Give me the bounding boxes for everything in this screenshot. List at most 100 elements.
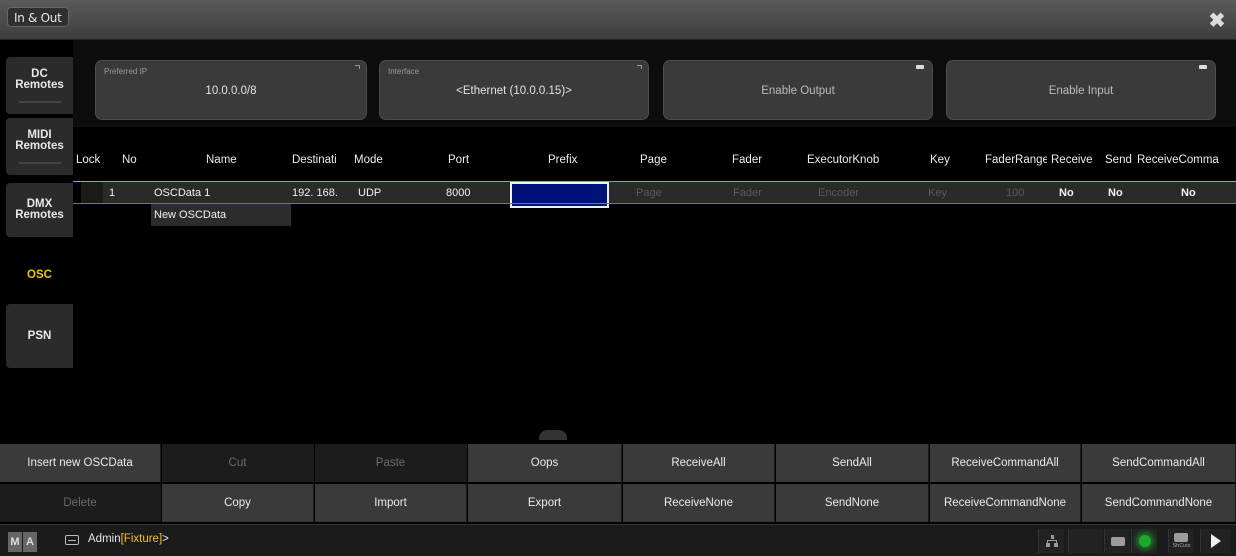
table-row[interactable]: 1 OSCData 1 192. 168. UDP 8000 Page Fade… <box>73 182 1236 208</box>
keyboard-glyph <box>1110 536 1125 546</box>
sidebar-item-midi-remotes[interactable]: MIDI Remotes <box>6 118 73 175</box>
export-button[interactable]: Export <box>468 484 622 522</box>
column-header-key[interactable]: Key <box>930 138 960 182</box>
ma-logo: M A <box>8 532 38 552</box>
sidebar-item-label: PSN <box>27 329 52 342</box>
shortcuts-label: ShCuts <box>1172 543 1191 549</box>
column-header-fader[interactable]: Fader <box>732 138 772 182</box>
column-header-destination[interactable]: Destinati <box>292 138 338 182</box>
column-header-name[interactable]: Name <box>206 138 246 182</box>
close-icon[interactable]: ✖ <box>1207 11 1227 31</box>
send-none-button[interactable]: SendNone <box>776 484 929 522</box>
cell-fader[interactable]: Fader <box>733 182 773 204</box>
paste-button[interactable]: Paste <box>315 444 467 482</box>
logo-letter: M <box>8 532 22 552</box>
enable-output-label: Enable Output <box>761 85 835 97</box>
cell-name[interactable]: OSCData 1 <box>154 182 286 204</box>
sidebar-item-osc[interactable]: OSC <box>6 245 73 305</box>
column-header-port[interactable]: Port <box>448 138 478 182</box>
shortcuts-glyph: ShCuts <box>1172 533 1191 549</box>
column-header-send[interactable]: Send <box>1105 138 1133 182</box>
logo-letter: A <box>23 532 37 552</box>
globe-icon[interactable] <box>1131 529 1157 553</box>
cell-executorknob[interactable]: Encoder <box>818 182 878 204</box>
interface-value: <Ethernet (10.0.0.15)> <box>456 85 572 97</box>
interface-button[interactable]: Interface <Ethernet (10.0.0.15)> <box>379 60 649 120</box>
cell-receive[interactable]: No <box>1059 182 1089 204</box>
enable-input-label: Enable Input <box>1048 85 1114 97</box>
sidebar-item-dc-remotes[interactable]: DC Remotes <box>6 57 73 114</box>
keyboard-icon[interactable] <box>65 535 79 545</box>
send-all-button[interactable]: SendAll <box>776 444 929 482</box>
interface-caption: Interface <box>388 67 420 76</box>
divider <box>18 161 61 164</box>
cell-destination[interactable]: 192. 168. <box>292 182 338 204</box>
delete-button[interactable]: Delete <box>0 484 161 522</box>
splitter-handle[interactable] <box>539 430 567 440</box>
cell-send[interactable]: No <box>1108 182 1138 204</box>
play-glyph <box>1210 534 1221 548</box>
oops-button[interactable]: Oops <box>468 444 622 482</box>
sidebar-item-label: MIDI Remotes <box>15 128 64 152</box>
preferred-ip-button[interactable]: Preferred IP 10.0.0.0/8 <box>95 60 367 120</box>
column-header-lock[interactable]: Lock <box>76 138 104 182</box>
column-header-receivecommand[interactable]: ReceiveComma <box>1137 138 1236 182</box>
row-lock-background <box>81 182 103 204</box>
preferred-ip-caption: Preferred IP <box>104 67 148 76</box>
sidebar-item-label: DMX Remotes <box>15 198 64 221</box>
sidebar-item-label: DC Remotes <box>15 67 64 91</box>
insert-new-osc-data-button[interactable]: Insert new OSCData <box>0 444 161 482</box>
osc-content: Preferred IP 10.0.0.0/8 Interface <Ether… <box>73 40 1236 440</box>
column-header-faderrange[interactable]: FaderRange <box>985 138 1047 182</box>
action-toolbar: Insert new OSCData Cut Paste Oops Receiv… <box>0 443 1236 523</box>
network-glyph <box>1045 535 1058 547</box>
status-bar: M A Admin[Fixture]> ShCuts <box>0 524 1236 556</box>
keyboard-icon[interactable] <box>1104 529 1130 553</box>
import-button[interactable]: Import <box>315 484 467 522</box>
command-prompt: > <box>162 533 169 545</box>
sidebar-item-psn[interactable]: PSN <box>6 304 73 368</box>
new-osc-data-cell[interactable]: New OSCData <box>154 204 286 226</box>
send-command-all-button[interactable]: SendCommandAll <box>1082 444 1236 482</box>
enable-output-button[interactable]: Enable Output <box>663 60 933 120</box>
toggle-indicator-icon <box>1199 65 1207 69</box>
play-icon[interactable] <box>1200 529 1230 553</box>
new-row[interactable]: New OSCData <box>73 204 1236 226</box>
receive-none-button[interactable]: ReceiveNone <box>623 484 775 522</box>
column-header-executorknob[interactable]: ExecutorKnob <box>807 138 887 182</box>
copy-button[interactable]: Copy <box>162 484 314 522</box>
corner-icon <box>355 65 360 69</box>
sidebar-item-dmx-remotes[interactable]: DMX Remotes <box>6 183 73 237</box>
send-command-none-button[interactable]: SendCommandNone <box>1082 484 1236 522</box>
cell-mode[interactable]: UDP <box>358 182 394 204</box>
column-header-receive[interactable]: Receive <box>1051 138 1095 182</box>
window-title: In & Out <box>7 7 69 27</box>
cell-port[interactable]: 8000 <box>446 182 486 204</box>
cell-faderrange[interactable]: 100 <box>1006 182 1036 204</box>
enable-input-button[interactable]: Enable Input <box>946 60 1216 120</box>
sidebar: DC Remotes MIDI Remotes DMX Remotes OSC … <box>0 40 73 440</box>
preferred-ip-value: 10.0.0.0/8 <box>205 85 257 97</box>
toggle-indicator-icon <box>916 65 924 69</box>
column-header-no[interactable]: No <box>122 138 142 182</box>
cut-button[interactable]: Cut <box>162 444 314 482</box>
network-icon[interactable] <box>1038 529 1064 553</box>
cell-key[interactable]: Key <box>928 182 958 204</box>
column-header-prefix[interactable]: Prefix <box>548 138 588 182</box>
column-header-mode[interactable]: Mode <box>354 138 390 182</box>
keyboard-glyph <box>1174 533 1189 542</box>
column-header-page[interactable]: Page <box>640 138 680 182</box>
command-line[interactable]: Admin[Fixture]> <box>88 533 169 545</box>
shortcuts-icon[interactable]: ShCuts <box>1168 529 1194 553</box>
receive-command-all-button[interactable]: ReceiveCommandAll <box>930 444 1081 482</box>
receive-command-none-button[interactable]: ReceiveCommandNone <box>930 484 1081 522</box>
empty-slot <box>1068 529 1102 553</box>
divider <box>18 100 61 103</box>
cell-receivecommand[interactable]: No <box>1181 182 1211 204</box>
command-user: Admin <box>88 533 121 545</box>
receive-all-button[interactable]: ReceiveAll <box>623 444 775 482</box>
cell-page[interactable]: Page <box>636 182 676 204</box>
globe-glyph <box>1138 535 1151 547</box>
config-panel: Preferred IP 10.0.0.0/8 Interface <Ether… <box>73 40 1236 127</box>
cell-no[interactable]: 1 <box>109 182 129 204</box>
